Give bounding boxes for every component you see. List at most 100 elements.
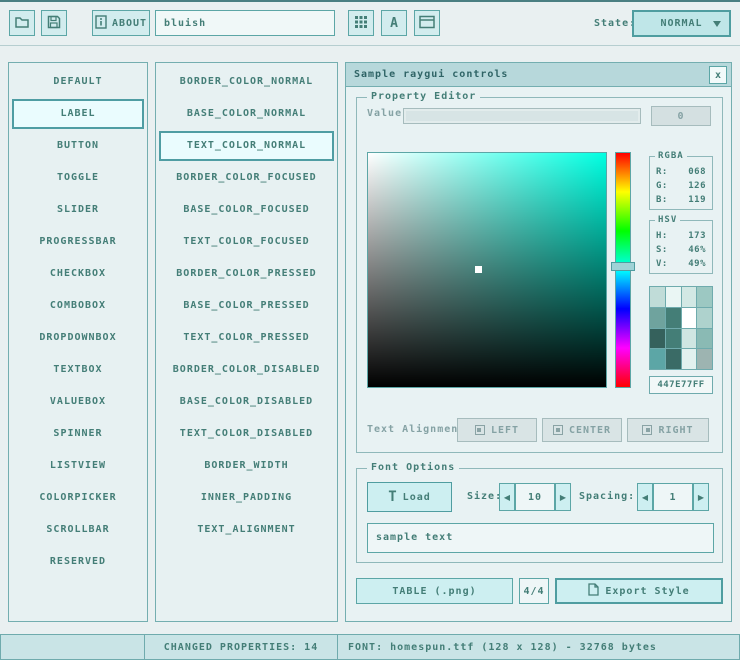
info-icon <box>95 15 107 32</box>
align-center-button[interactable]: CENTER <box>542 418 622 442</box>
font-spacing-value-box[interactable]: 1 <box>653 483 693 511</box>
window-title: Sample raygui controls <box>354 63 508 87</box>
property-item[interactable]: BORDER_COLOR_PRESSED <box>159 259 334 289</box>
grid-icon <box>354 15 368 32</box>
font-atlas-button[interactable]: A <box>381 10 407 36</box>
save-icon <box>46 14 62 33</box>
controls-item-reserved[interactable]: RESERVED <box>12 547 144 577</box>
palette-swatch[interactable] <box>697 329 712 349</box>
sample-text-input[interactable]: sample text <box>367 523 714 553</box>
hsv-row-s: S:46% <box>656 243 706 257</box>
controls-item-toggle[interactable]: TOGGLE <box>12 163 144 193</box>
export-format-count-box[interactable]: 4/4 <box>519 578 549 604</box>
property-item[interactable]: BORDER_COLOR_DISABLED <box>159 355 334 385</box>
controls-item-button[interactable]: BUTTON <box>12 131 144 161</box>
text-t-icon: T <box>388 489 396 505</box>
style-table-button[interactable] <box>348 10 374 36</box>
palette-swatch[interactable] <box>697 349 712 369</box>
color-saturation-value-panel[interactable] <box>367 152 607 388</box>
arrow-right-icon: ▶ <box>698 493 704 502</box>
controls-list: DEFAULT LABEL BUTTON TOGGLE SLIDER PROGR… <box>8 62 148 622</box>
font-size-label: Size: <box>467 482 502 512</box>
palette-swatch[interactable] <box>666 349 681 369</box>
palette-swatch[interactable] <box>682 287 697 307</box>
palette-swatch[interactable] <box>650 287 665 307</box>
window-preview-button[interactable] <box>414 10 440 36</box>
property-item[interactable]: TEXT_ALIGNMENT <box>159 515 334 545</box>
arrow-right-icon: ▶ <box>560 493 566 502</box>
controls-item-colorpicker[interactable]: COLORPICKER <box>12 483 144 513</box>
palette-swatch[interactable] <box>666 308 681 328</box>
palette-swatch[interactable] <box>650 329 665 349</box>
palette-swatch[interactable] <box>650 349 665 369</box>
property-editor-group-label: Property Editor <box>367 91 480 102</box>
property-item-selected[interactable]: TEXT_COLOR_NORMAL <box>159 131 334 161</box>
property-item[interactable]: BORDER_COLOR_FOCUSED <box>159 163 334 193</box>
about-button[interactable]: ABOUT <box>92 10 150 36</box>
hex-value-box[interactable]: 447E77FF <box>649 376 713 394</box>
palette-swatch[interactable] <box>682 329 697 349</box>
controls-item-combobox[interactable]: COMBOBOX <box>12 291 144 321</box>
new-style-button[interactable] <box>9 10 35 36</box>
font-options-group-label: Font Options <box>367 462 459 473</box>
hsv-panel-label: HSV <box>655 215 680 225</box>
property-item[interactable]: BORDER_COLOR_NORMAL <box>159 67 334 97</box>
font-options-group: Font Options T Load Size: ◀ 10 ▶ Spacing… <box>356 468 723 563</box>
property-item[interactable]: TEXT_COLOR_PRESSED <box>159 323 334 353</box>
palette-swatch[interactable] <box>697 308 712 328</box>
controls-item-listview[interactable]: LISTVIEW <box>12 451 144 481</box>
value-number-box[interactable]: 0 <box>651 106 711 126</box>
properties-list: BORDER_COLOR_NORMAL BASE_COLOR_NORMAL TE… <box>155 62 338 622</box>
controls-item-spinner[interactable]: SPINNER <box>12 419 144 449</box>
align-left-button[interactable]: LEFT <box>457 418 537 442</box>
export-style-button[interactable]: Export Style <box>555 578 723 604</box>
align-right-button[interactable]: RIGHT <box>627 418 709 442</box>
export-table-button[interactable]: TABLE (.png) <box>356 578 513 604</box>
controls-item-scrollbar[interactable]: SCROLLBAR <box>12 515 144 545</box>
property-item[interactable]: BASE_COLOR_DISABLED <box>159 387 334 417</box>
save-style-button[interactable] <box>41 10 67 36</box>
font-size-increment-button[interactable]: ▶ <box>555 483 571 511</box>
font-size-decrement-button[interactable]: ◀ <box>499 483 515 511</box>
property-item[interactable]: BASE_COLOR_PRESSED <box>159 291 334 321</box>
window-titlebar[interactable]: Sample raygui controls x <box>346 63 731 87</box>
palette-swatch[interactable] <box>697 287 712 307</box>
value-slider[interactable] <box>403 108 641 124</box>
property-item[interactable]: INNER_PADDING <box>159 483 334 513</box>
font-load-button[interactable]: T Load <box>367 482 452 512</box>
align-center-icon <box>553 425 563 435</box>
window-icon <box>419 15 435 32</box>
state-dropdown[interactable]: NORMAL <box>632 10 731 37</box>
palette-swatch[interactable] <box>650 308 665 328</box>
palette-swatch[interactable] <box>682 308 697 328</box>
palette-swatch[interactable] <box>682 349 697 369</box>
controls-item-progressbar[interactable]: PROGRESSBAR <box>12 227 144 257</box>
folder-icon <box>14 14 30 33</box>
controls-item-dropdownbox[interactable]: DROPDOWNBOX <box>12 323 144 353</box>
controls-item-label[interactable]: LABEL <box>12 99 144 129</box>
font-spacing-increment-button[interactable]: ▶ <box>693 483 709 511</box>
property-item[interactable]: BASE_COLOR_NORMAL <box>159 99 334 129</box>
controls-item-textbox[interactable]: TEXTBOX <box>12 355 144 385</box>
close-button[interactable]: x <box>709 66 727 84</box>
property-editor-group: Property Editor Value: 0 RGBA R:068 G:12… <box>356 97 723 453</box>
font-size-value-box[interactable]: 10 <box>515 483 555 511</box>
controls-item-checkbox[interactable]: CHECKBOX <box>12 259 144 289</box>
hue-slider-handle[interactable] <box>611 262 635 271</box>
palette-swatch[interactable] <box>666 287 681 307</box>
controls-item-valuebox[interactable]: VALUEBOX <box>12 387 144 417</box>
font-spacing-decrement-button[interactable]: ◀ <box>637 483 653 511</box>
property-item[interactable]: TEXT_COLOR_FOCUSED <box>159 227 334 257</box>
color-picker-cursor[interactable] <box>475 266 482 273</box>
property-item[interactable]: BASE_COLOR_FOCUSED <box>159 195 334 225</box>
controls-item-default[interactable]: DEFAULT <box>12 67 144 97</box>
font-spacing-label: Spacing: <box>579 482 635 512</box>
style-name-input[interactable] <box>155 10 335 36</box>
palette-swatch[interactable] <box>666 329 681 349</box>
controls-item-slider[interactable]: SLIDER <box>12 195 144 225</box>
property-item[interactable]: BORDER_WIDTH <box>159 451 334 481</box>
property-item[interactable]: TEXT_COLOR_DISABLED <box>159 419 334 449</box>
statusbar-section-empty <box>0 634 145 660</box>
rgba-panel: RGBA R:068 G:126 B:119 <box>649 156 713 210</box>
chevron-down-icon <box>713 21 721 27</box>
